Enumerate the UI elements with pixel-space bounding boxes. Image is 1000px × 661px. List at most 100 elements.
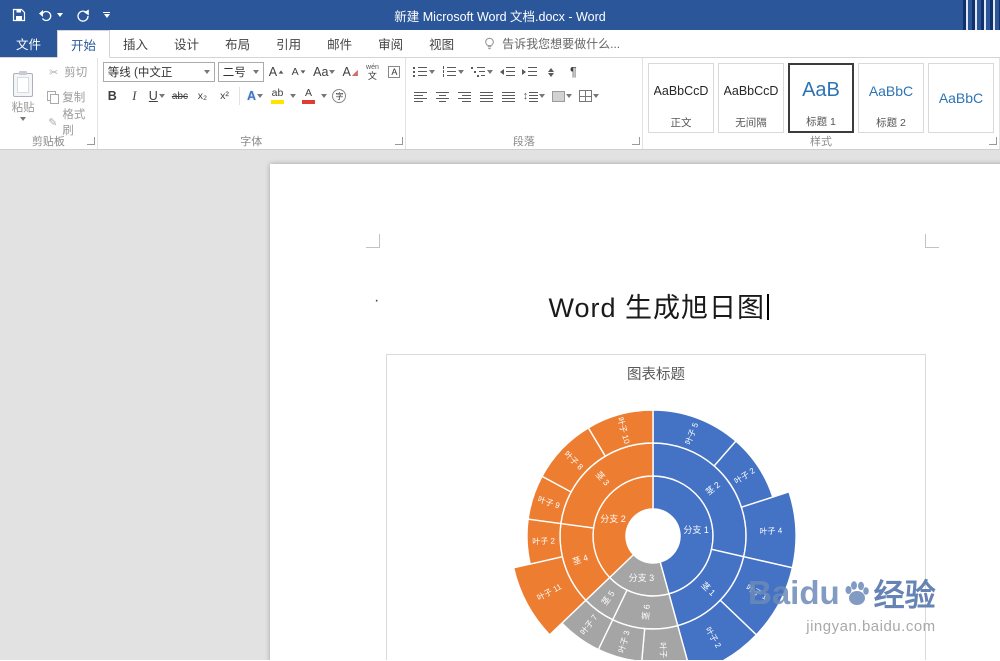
customize-qat-button[interactable] (103, 12, 110, 18)
decrease-indent-button[interactable] (498, 62, 517, 82)
distribute-button[interactable] (499, 86, 518, 106)
font-family-combo[interactable]: 等线 (中文正 (103, 62, 215, 82)
style-heading2-name: 标题 2 (876, 115, 906, 130)
multilevel-list-button[interactable] (469, 62, 495, 82)
numbering-button[interactable] (440, 62, 466, 82)
borders-button[interactable] (577, 86, 601, 106)
tab-home[interactable]: 开始 (57, 30, 110, 58)
save-button[interactable] (12, 8, 26, 22)
align-center-button[interactable] (433, 86, 452, 106)
bullets-button[interactable] (411, 62, 437, 82)
align-left-button[interactable] (411, 86, 430, 106)
underline-caret-icon (159, 94, 165, 98)
increase-indent-button[interactable] (520, 62, 539, 82)
styles-dialog-launcher[interactable] (989, 137, 997, 145)
tab-mailings[interactable]: 邮件 (314, 30, 365, 57)
text-effects-letter: A (247, 89, 256, 103)
line-spacing-button[interactable]: ↕ (521, 86, 548, 106)
svg-text:叶子 4: 叶子 4 (759, 526, 783, 536)
customize-bar-icon (103, 12, 110, 13)
text-cursor (767, 294, 769, 320)
tell-me-placeholder: 告诉我您想要做什么... (502, 35, 620, 52)
highlight-button[interactable]: ab (268, 86, 287, 106)
enclose-characters-glyph: 字 (332, 89, 346, 103)
tab-references[interactable]: 引用 (263, 30, 314, 57)
justify-button[interactable] (477, 86, 496, 106)
clipboard-dialog-launcher[interactable] (87, 137, 95, 145)
multilevel-list-icon (471, 66, 486, 78)
highlight-caret-icon[interactable] (290, 94, 296, 98)
font-family-caret-icon (204, 70, 210, 74)
line-spacing-caret-icon (539, 94, 545, 98)
subscript-button[interactable]: x₂ (193, 86, 212, 106)
paste-button[interactable]: 粘贴 (3, 61, 43, 133)
tab-file[interactable]: 文件 (0, 30, 57, 57)
pilcrow-icon: ¶ (570, 65, 577, 79)
paragraph-dialog-launcher[interactable] (632, 137, 640, 145)
style-heading3[interactable]: AaBbC (928, 63, 994, 133)
tab-design[interactable]: 设计 (161, 30, 212, 57)
show-hide-marks-button[interactable]: ¶ (564, 62, 583, 82)
shading-icon (552, 91, 565, 102)
subscript-label: x₂ (198, 90, 207, 102)
underline-button[interactable]: U (147, 86, 167, 106)
corner-stripes-decoration (963, 0, 1000, 30)
font-color-button[interactable]: A (299, 86, 318, 106)
copy-icon (47, 91, 58, 103)
superscript-button[interactable]: x² (215, 86, 234, 106)
font-color-caret-icon[interactable] (321, 94, 327, 98)
grow-font-arrow-icon (279, 70, 284, 73)
shading-button[interactable] (550, 86, 574, 106)
baidu-paw-icon (844, 579, 870, 607)
tell-me-box[interactable]: 告诉我您想要做什么... (483, 30, 620, 57)
shrink-font-button[interactable]: A (289, 62, 308, 82)
text-effects-button[interactable]: A (245, 86, 265, 106)
undo-icon (39, 9, 54, 22)
copy-button[interactable]: 复制 (45, 89, 94, 105)
change-case-button[interactable]: Aa (311, 62, 337, 82)
character-border-letter: A (388, 66, 400, 78)
ribbon: 粘贴 ✂ 剪切 复制 ✎ 格式刷 剪贴板 (0, 58, 1000, 150)
font-dialog-launcher[interactable] (395, 137, 403, 145)
paste-caret-icon (20, 117, 26, 121)
style-normal[interactable]: AaBbCcD 正文 (648, 63, 714, 133)
style-heading2[interactable]: AaBbC 标题 2 (858, 63, 924, 133)
repeat-button[interactable] (76, 9, 90, 22)
document-heading[interactable]: Word 生成旭日图 (380, 286, 937, 325)
numbering-caret-icon (458, 70, 464, 74)
superscript-label: x² (220, 90, 229, 102)
customize-caret-icon (104, 14, 110, 18)
clipboard-group: 粘贴 ✂ 剪切 复制 ✎ 格式刷 剪贴板 (0, 58, 98, 149)
tab-view[interactable]: 视图 (416, 30, 467, 57)
font-size-value: 二号 (223, 64, 250, 80)
italic-button[interactable]: I (125, 86, 144, 106)
tab-review[interactable]: 审阅 (365, 30, 416, 57)
sort-button[interactable] (542, 62, 561, 82)
style-no-spacing[interactable]: AaBbCcD 无间隔 (718, 63, 784, 133)
character-border-button[interactable]: A (385, 62, 404, 82)
paragraph-bullet: · (374, 292, 379, 310)
tab-layout[interactable]: 布局 (212, 30, 263, 57)
tab-insert[interactable]: 插入 (110, 30, 161, 57)
styles-group-label: 样式 (646, 133, 996, 149)
undo-button[interactable] (39, 9, 63, 22)
watermark-url: jingyan.baidu.com (748, 618, 936, 635)
font-size-combo[interactable]: 二号 (218, 62, 264, 82)
cut-button[interactable]: ✂ 剪切 (45, 64, 94, 80)
svg-text:茎 6: 茎 6 (640, 604, 651, 621)
align-right-button[interactable] (455, 86, 474, 106)
style-heading3-preview: AaBbC (939, 67, 983, 129)
phonetic-guide-button[interactable]: wén 文 (363, 62, 382, 82)
margin-crop-mark-left (366, 234, 380, 248)
strikethrough-button[interactable]: abc (170, 86, 190, 106)
increase-indent-icon (522, 66, 537, 78)
change-case-caret-icon (329, 70, 335, 74)
watermark-brand-suffix: 经验 (874, 570, 936, 615)
bold-button[interactable]: B (103, 86, 122, 106)
style-heading1[interactable]: AaB 标题 1 (788, 63, 854, 133)
enclose-characters-button[interactable]: 字 (330, 86, 349, 106)
clear-formatting-button[interactable]: A◢ (340, 62, 360, 82)
borders-icon (579, 90, 592, 102)
format-painter-button[interactable]: ✎ 格式刷 (45, 114, 94, 130)
grow-font-button[interactable]: A (267, 62, 286, 82)
